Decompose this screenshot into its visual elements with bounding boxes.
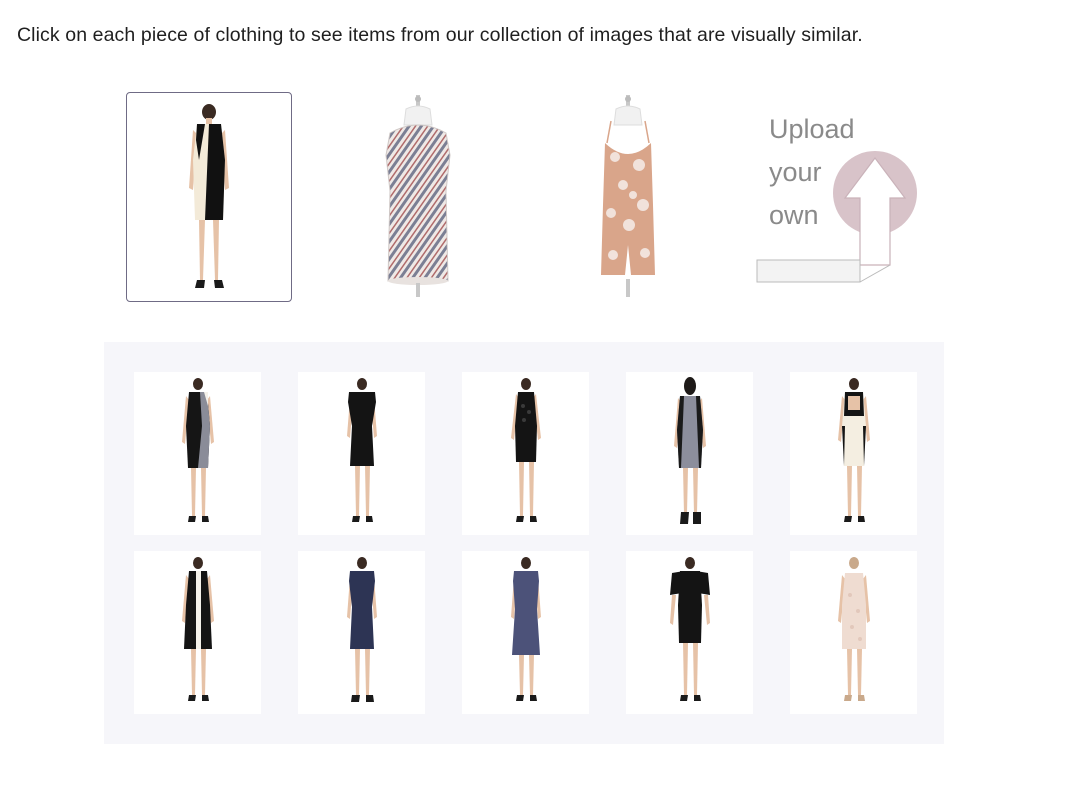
result-item-6[interactable] <box>134 551 261 714</box>
instruction-text: Click on each piece of clothing to see i… <box>17 24 863 46</box>
result-item-5[interactable] <box>790 372 917 535</box>
upload-label: Upload your own <box>769 108 855 237</box>
romper-image <box>601 94 655 297</box>
result-dress-image <box>346 557 377 702</box>
result-item-10[interactable] <box>790 551 917 714</box>
upload-label-line-3: own <box>769 200 819 230</box>
upload-label-line-1: Upload <box>769 114 855 144</box>
result-item-9[interactable] <box>626 551 753 714</box>
dress-image <box>189 103 229 288</box>
result-item-3[interactable] <box>462 372 589 535</box>
result-item-2[interactable] <box>298 372 425 535</box>
result-item-4[interactable] <box>626 372 753 535</box>
top-image <box>385 94 451 297</box>
result-dress-image <box>669 557 710 701</box>
result-dress-image <box>510 557 541 701</box>
result-dress-image <box>837 378 870 522</box>
result-item-7[interactable] <box>298 551 425 714</box>
result-dress-image <box>181 557 214 701</box>
query-item-striped-top[interactable] <box>335 92 501 302</box>
similar-items-panel <box>104 342 944 744</box>
result-dress-image <box>673 377 706 524</box>
result-dress-image <box>346 378 377 522</box>
upload-your-own-button[interactable]: Upload your own <box>755 100 935 300</box>
query-item-floral-romper[interactable] <box>545 92 711 302</box>
upload-label-line-2: your <box>769 157 822 187</box>
query-item-black-white-dress[interactable] <box>126 92 292 302</box>
result-item-8[interactable] <box>462 551 589 714</box>
result-dress-image <box>181 378 214 522</box>
result-dress-image <box>837 557 870 701</box>
result-item-1[interactable] <box>134 372 261 535</box>
result-dress-image <box>510 378 541 522</box>
